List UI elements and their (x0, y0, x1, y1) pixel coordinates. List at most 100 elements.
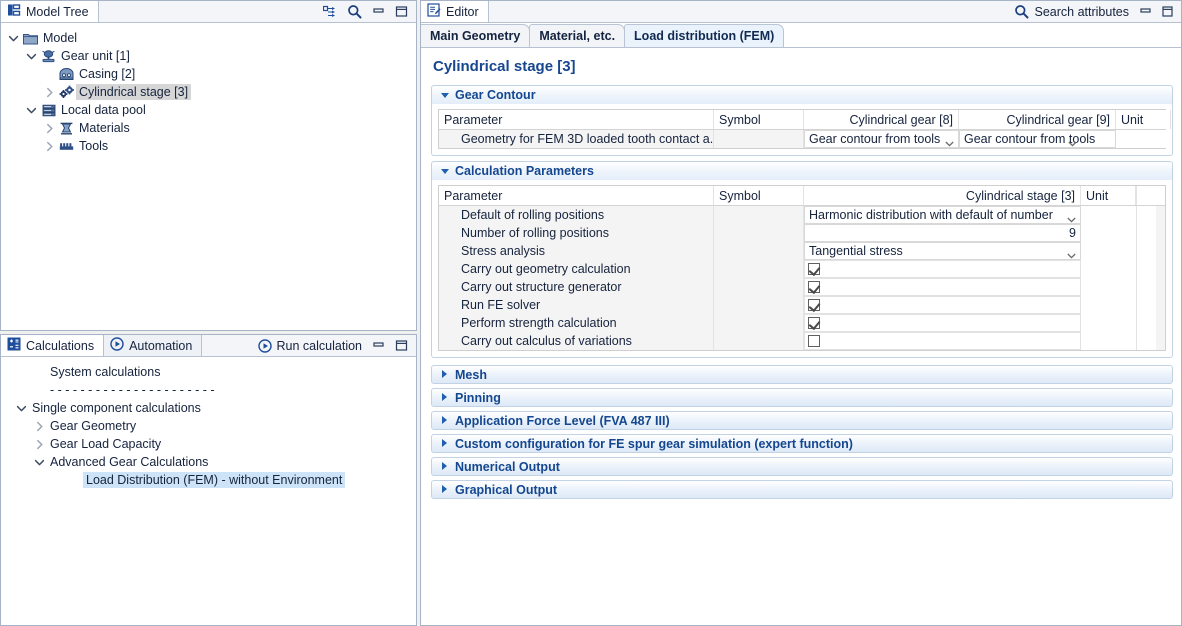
link-with-editor-icon[interactable] (323, 5, 337, 19)
section-custom-configuration-for-fe-spur-gear-simulat-header[interactable]: Custom configuration for FE spur gear si… (431, 434, 1173, 453)
run-calculation-button[interactable]: Run calculation (257, 339, 362, 353)
separator-label: - - - - - - - - - - - - - - - - - - - - … (50, 383, 215, 397)
tree-item-cylindrical-stage-3[interactable]: Cylindrical stage [3] (1, 83, 416, 101)
section-pinning-header[interactable]: Pinning (431, 388, 1173, 407)
tab-material-etc[interactable]: Material, etc. (529, 24, 626, 47)
checkbox-carry-out-calculus-of-variations[interactable] (808, 335, 820, 347)
tab-model-tree[interactable]: Model Tree (1, 1, 99, 22)
editor-view: Editor Search attributes Main Geometry M… (420, 0, 1182, 626)
chevron-down-icon (1068, 136, 1077, 147)
calc-item-system-calculations[interactable]: System calculations (1, 363, 416, 381)
tab-load-distribution-fem[interactable]: Load distribution (FEM) (624, 24, 785, 47)
chevron-right-icon[interactable] (31, 421, 47, 432)
chevron-right-icon[interactable] (41, 123, 57, 134)
checkbox-cell-carry-out-geometry-calculation[interactable] (804, 260, 1081, 278)
combo-gear-contour-8[interactable]: Gear contour from tools (804, 130, 959, 148)
calc-item-[interactable]: - - - - - - - - - - - - - - - - - - - - … (1, 381, 416, 399)
section-calculation-parameters-header[interactable]: Calculation Parameters (431, 161, 1173, 180)
row-spacer (1136, 206, 1156, 224)
section-graphical-output-header[interactable]: Graphical Output (431, 480, 1173, 499)
tree-item-casing-2[interactable]: Casing [2] (1, 65, 416, 83)
row-symbol (714, 296, 804, 314)
checkbox-run-fe-solver[interactable] (808, 299, 820, 311)
search-attributes-button[interactable]: Search attributes (1014, 4, 1129, 19)
table-row: Carry out calculus of variations (439, 332, 1165, 350)
checkbox-cell-carry-out-structure-generator[interactable] (804, 278, 1081, 296)
chevron-right-icon[interactable] (41, 87, 57, 98)
row-spacer (1136, 296, 1156, 314)
tree-item-tools[interactable]: Tools (1, 137, 416, 155)
row-unit (1081, 296, 1136, 314)
chevron-down-icon (441, 91, 449, 100)
checkbox-perform-strength-calculation[interactable] (808, 317, 820, 329)
chevron-down-icon[interactable] (23, 105, 39, 116)
editor-content: Cylindrical stage [3] Gear Contour Param… (421, 48, 1181, 625)
tree-item-gear-unit-1[interactable]: Gear unit [1] (1, 47, 416, 65)
section-application-force-level-fva-487-iii-header[interactable]: Application Force Level (FVA 487 III) (431, 411, 1173, 430)
chevron-down-icon[interactable] (23, 51, 39, 62)
section-numerical-output: Numerical Output (431, 457, 1173, 476)
section-title: Application Force Level (FVA 487 III) (455, 413, 670, 428)
input-number-of-rolling-positions[interactable]: 9 (804, 224, 1081, 242)
calc-item-label: Load Distribution (FEM) - without Enviro… (83, 472, 346, 488)
checkbox-carry-out-structure-generator[interactable] (808, 281, 820, 293)
calc-item-gear-load-capacity[interactable]: Gear Load Capacity (1, 435, 416, 453)
editor-icon (427, 3, 441, 20)
tree-item-materials[interactable]: Materials (1, 119, 416, 137)
row-symbol (714, 314, 804, 332)
section-numerical-output-header[interactable]: Numerical Output (431, 457, 1173, 476)
section-title: Pinning (455, 390, 501, 405)
tab-automation-label: Automation (129, 338, 193, 353)
section-gear-contour-header[interactable]: Gear Contour (431, 85, 1173, 104)
chevron-down-icon[interactable] (13, 403, 29, 414)
combo-stress-analysis[interactable]: Tangential stress (804, 242, 1081, 260)
row-unit (1081, 332, 1136, 350)
chevron-right-icon (441, 393, 449, 402)
tab-main-geometry[interactable]: Main Geometry (421, 24, 531, 47)
section-mesh-header[interactable]: Mesh (431, 365, 1173, 384)
checkbox-cell-perform-strength-calculation[interactable] (804, 314, 1081, 332)
calculations-toolbar: Run calculation (254, 335, 416, 356)
tab-automation[interactable]: Automation (104, 335, 203, 356)
combo-gear-contour-9[interactable]: Gear contour from tools (959, 130, 1116, 148)
tab-label: Load distribution (FEM) (634, 29, 775, 43)
tab-editor[interactable]: Editor (421, 1, 489, 22)
checkbox-cell-carry-out-calculus-of-variations[interactable] (804, 332, 1081, 350)
materials-icon (57, 122, 76, 135)
chevron-right-icon[interactable] (41, 141, 57, 152)
table-row: Carry out geometry calculation (439, 260, 1165, 278)
titlebar-spacer (99, 1, 319, 22)
calc-item-advanced-gear-calculations[interactable]: Advanced Gear Calculations (1, 453, 416, 471)
chevron-down-icon[interactable] (5, 33, 21, 44)
row-unit (1081, 314, 1136, 332)
chevron-right-icon (441, 416, 449, 425)
checkbox-cell-run-fe-solver[interactable] (804, 296, 1081, 314)
section-application-force-level-fva-487-iii: Application Force Level (FVA 487 III) (431, 411, 1173, 430)
minimize-icon[interactable] (1139, 5, 1152, 18)
maximize-icon[interactable] (1162, 5, 1173, 18)
model-tree[interactable]: Model Gear unit [1] Casing [2] Cylindrical … (1, 23, 416, 330)
minimize-icon[interactable] (372, 5, 385, 18)
calc-item-gear-geometry[interactable]: Gear Geometry (1, 417, 416, 435)
maximize-icon[interactable] (395, 5, 408, 18)
editor-titlebar-spacer (489, 1, 1010, 22)
maximize-icon[interactable] (395, 339, 408, 352)
checkbox-carry-out-geometry-calculation[interactable] (808, 263, 820, 275)
gear-contour-grid: Parameter Symbol Cylindrical gear [8] Cy… (438, 109, 1171, 149)
combo-default-of-rolling-positions[interactable]: Harmonic distribution with default of nu… (804, 206, 1081, 224)
chevron-down-icon (1067, 248, 1076, 259)
tree-item-model[interactable]: Model (1, 29, 416, 47)
chevron-down-icon[interactable] (31, 457, 47, 468)
tree-item-local-data-pool[interactable]: Local data pool (1, 101, 416, 119)
calc-item-load-distribution-fem-without-environmen[interactable]: Load Distribution (FEM) - without Enviro… (1, 471, 416, 489)
tab-editor-label: Editor (446, 4, 479, 19)
calc-item-single-component-calculations[interactable]: Single component calculations (1, 399, 416, 417)
chevron-right-icon[interactable] (31, 439, 47, 450)
row-label-geometry-for-fem: Geometry for FEM 3D loaded tooth contact… (439, 130, 714, 148)
calculations-tree[interactable]: System calculations - - - - - - - - - - -… (1, 357, 416, 625)
minimize-icon[interactable] (372, 339, 385, 352)
tab-calculations[interactable]: Calculations (1, 335, 105, 356)
row-label-default-of-rolling-positions: Default of rolling positions (439, 206, 714, 224)
search-icon[interactable] (347, 4, 362, 19)
column-header-cylindrical-gear-8: Cylindrical gear [8] (804, 110, 959, 129)
